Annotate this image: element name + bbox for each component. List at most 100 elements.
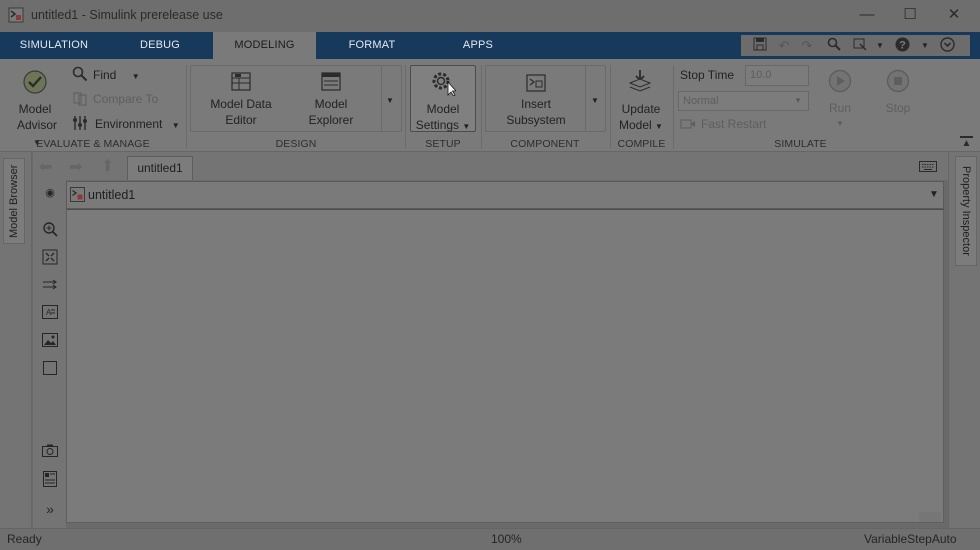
chevron-down-icon[interactable]: ▼ xyxy=(871,37,889,54)
tab-debug[interactable]: DEBUG xyxy=(108,32,212,59)
image-icon[interactable] xyxy=(40,333,60,353)
svg-text:?: ? xyxy=(899,40,906,52)
model-settings-label: Settings xyxy=(415,118,460,132)
search-icon xyxy=(72,66,88,82)
section-label-design: DESIGN xyxy=(275,138,317,150)
model-advisor-line1: Model xyxy=(18,102,52,116)
design-gallery-expand-button[interactable]: ▼ xyxy=(386,96,394,105)
stop-button[interactable]: Stop xyxy=(878,100,918,116)
simulink-model-icon xyxy=(70,187,85,202)
model-explorer-icon xyxy=(321,72,341,91)
zoom-in-icon[interactable] xyxy=(40,221,60,241)
property-inspector-tab[interactable]: Property Inspector xyxy=(955,156,977,266)
ribbon-separator xyxy=(186,65,187,149)
insert-subsystem-button[interactable]: Insert Subsystem xyxy=(497,96,575,128)
run-icon xyxy=(828,69,852,93)
section-label-component: COMPONENT xyxy=(510,138,580,150)
window-icon[interactable] xyxy=(851,37,869,54)
model-settings-line2: Settings ▼ xyxy=(412,117,474,135)
chevron-down-icon[interactable]: ▼ xyxy=(916,37,934,54)
quick-access-toolbar: ↶ ↷ ▼ ? ▼ xyxy=(735,35,970,56)
update-model-button[interactable]: Update Model ▼ xyxy=(613,101,669,135)
model-data-editor-icon xyxy=(231,72,251,91)
model-browser-tab[interactable]: Model Browser xyxy=(3,158,25,244)
ribbon: Model Advisor ▼ Find ▼ Compare To Enviro… xyxy=(0,59,980,152)
back-arrow-icon[interactable]: ⬅ xyxy=(39,157,52,177)
environment-icon xyxy=(73,116,87,130)
cursor-icon xyxy=(447,80,456,96)
forward-arrow-icon[interactable]: ➡ xyxy=(69,157,82,177)
gallery-divider xyxy=(381,65,382,132)
update-model-icon xyxy=(628,70,652,92)
model-explorer-line1: Model xyxy=(314,97,348,111)
up-arrow-icon[interactable]: ⬆ xyxy=(101,156,114,176)
model-data-editor-button[interactable]: Model Data Editor xyxy=(202,96,280,128)
model-info-icon[interactable] xyxy=(40,471,60,491)
status-text: Ready xyxy=(7,532,42,546)
expand-icon[interactable] xyxy=(938,37,956,54)
undo-icon[interactable]: ↶ xyxy=(775,37,793,54)
stop-time-label: Stop Time xyxy=(680,68,735,82)
zoom-level: 100% xyxy=(491,532,522,546)
insert-subsystem-icon xyxy=(526,74,546,92)
help-icon[interactable]: ? xyxy=(893,37,911,54)
checkmark-icon xyxy=(23,70,47,94)
tab-modeling[interactable]: MODELING xyxy=(213,32,316,60)
ribbon-separator xyxy=(481,65,482,149)
tab-format[interactable]: FORMAT xyxy=(320,32,424,59)
address-path: untitled1 xyxy=(88,188,136,202)
camera-icon[interactable] xyxy=(40,443,60,463)
area-icon[interactable] xyxy=(40,361,60,381)
chevron-down-icon: ▼ xyxy=(655,122,663,131)
find-label: Find xyxy=(93,68,117,82)
insert-subsystem-line2: Subsystem xyxy=(506,113,566,127)
redo-icon[interactable]: ↷ xyxy=(798,37,816,54)
run-button[interactable]: Run ▼ xyxy=(822,100,858,132)
ribbon-separator xyxy=(673,65,674,149)
insert-subsystem-line1: Insert xyxy=(520,97,551,111)
ribbon-separator xyxy=(405,65,406,149)
section-label-simulate: SIMULATE xyxy=(774,138,827,150)
compare-icon xyxy=(73,92,87,106)
collapse-ribbon-icon[interactable]: ▲ xyxy=(960,136,973,149)
fast-restart-icon xyxy=(680,119,695,129)
fit-to-view-icon[interactable] xyxy=(40,249,60,269)
ribbon-separator xyxy=(610,65,611,149)
section-label-compile: COMPILE xyxy=(617,138,666,150)
tab-simulation[interactable]: SIMULATION xyxy=(0,32,108,59)
editor-tab-untitled1[interactable]: untitled1 xyxy=(127,156,193,180)
close-icon[interactable]: ✕ xyxy=(938,4,970,28)
component-gallery-expand-button[interactable]: ▼ xyxy=(591,96,599,105)
stop-time-field[interactable]: 10.0 xyxy=(745,65,809,86)
left-rail: Model Browser xyxy=(0,152,32,528)
chevron-down-icon[interactable]: ▼ xyxy=(929,189,939,200)
model-explorer-button[interactable]: Model Explorer xyxy=(296,96,366,128)
gallery-divider xyxy=(585,65,586,132)
route-lines-icon[interactable] xyxy=(40,277,60,297)
status-bar: Ready 100% VariableStepAuto xyxy=(0,528,980,550)
window-title: untitled1 - Simulink prerelease use xyxy=(31,8,223,22)
double-chevron-right-icon[interactable]: » xyxy=(40,499,60,519)
model-explorer-line2: Explorer xyxy=(308,113,354,127)
save-icon[interactable] xyxy=(751,37,769,54)
compare-to-button[interactable]: Compare To xyxy=(93,91,158,107)
section-label-setup: SETUP xyxy=(425,138,461,150)
maximize-icon[interactable]: ☐ xyxy=(894,4,926,28)
find-button[interactable]: Find ▼ xyxy=(93,67,140,85)
model-canvas[interactable] xyxy=(66,209,944,523)
update-model-line2: Model ▼ xyxy=(613,117,669,135)
keyboard-icon[interactable] xyxy=(919,161,937,172)
gear-icon xyxy=(432,72,456,96)
model-address-bar[interactable]: untitled1 ▼ xyxy=(66,181,944,209)
annotation-icon[interactable]: A xyxy=(40,305,60,325)
hide-show-explorer-icon[interactable]: ◉ xyxy=(40,183,60,203)
search-icon[interactable] xyxy=(825,37,843,54)
simulation-mode-select[interactable]: Normal ▼ xyxy=(678,91,809,111)
run-label: Run xyxy=(828,101,851,115)
minimize-icon[interactable]: — xyxy=(851,4,883,28)
fast-restart-button[interactable]: Fast Restart xyxy=(701,116,766,132)
environment-button[interactable]: Environment ▼ xyxy=(95,116,180,134)
tab-apps[interactable]: APPS xyxy=(426,32,530,59)
chevron-down-icon: ▼ xyxy=(794,96,802,105)
solver-status[interactable]: VariableStepAuto xyxy=(864,532,957,546)
